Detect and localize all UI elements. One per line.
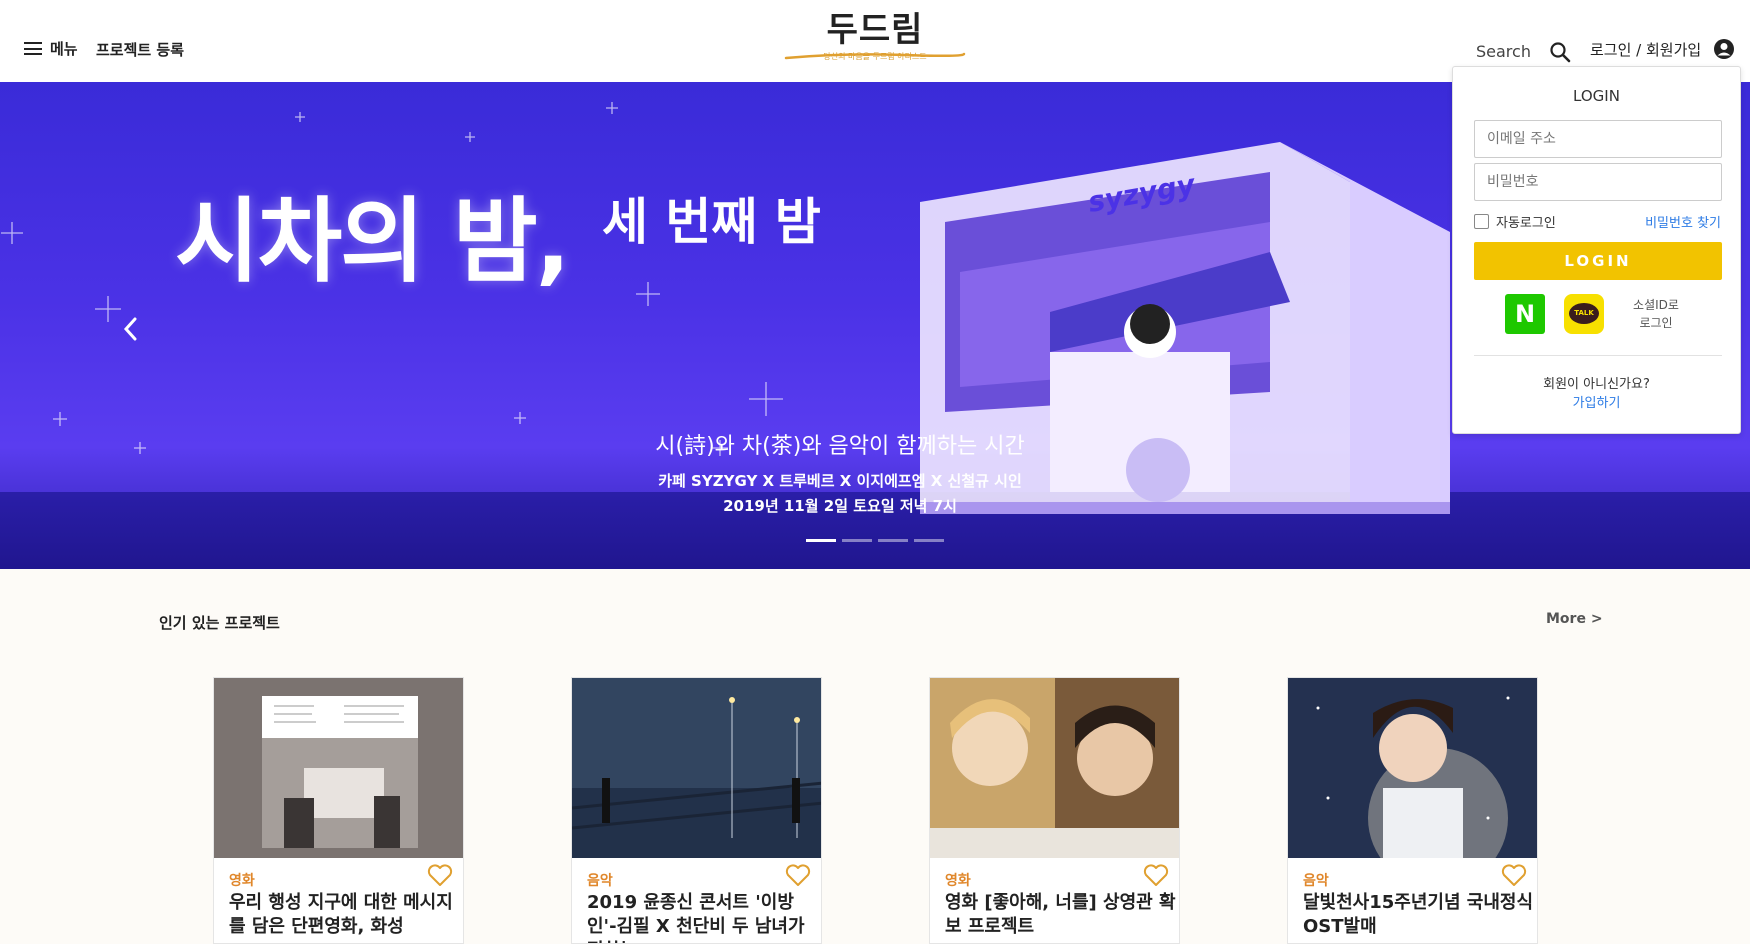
card-title: 2019 윤종신 콘서트 '이방인'-김필 X 천단비 두 남녀가 전하는 … bbox=[587, 892, 805, 943]
auto-login-label: 자동로그인 bbox=[1496, 216, 1556, 231]
menu-label: 메뉴 bbox=[50, 40, 78, 58]
card-title: 달빛천사15주년기념 국내정식 OST발매 bbox=[1303, 892, 1534, 937]
user-account-icon[interactable] bbox=[1713, 38, 1735, 60]
project-register-link[interactable]: 프로젝트 등록 bbox=[96, 39, 184, 60]
email-field[interactable] bbox=[1474, 120, 1722, 158]
social-login-text: 소셜ID로 로그인 bbox=[1631, 296, 1681, 332]
login-signup-link[interactable]: 로그인 / 회원가입 bbox=[1590, 39, 1701, 60]
hamburger-icon bbox=[24, 42, 42, 55]
auto-login-checkbox[interactable]: 자동로그인 bbox=[1474, 212, 1556, 231]
checkbox-icon[interactable] bbox=[1474, 214, 1489, 229]
signup-link[interactable]: 가입하기 bbox=[1453, 392, 1740, 411]
banner-dot[interactable] bbox=[842, 539, 872, 542]
project-card[interactable]: 음악 달빛천사15주년기념 국내정식 OST발매 bbox=[1287, 677, 1538, 944]
banner-pagination bbox=[806, 539, 944, 542]
logo-brush-underline bbox=[784, 52, 966, 60]
caption-line-2: 2019년 11월 2일 토요일 저녁 7시 bbox=[723, 497, 957, 515]
site-logo[interactable]: 두드림 당신의 마음을 두드림 아티스트 bbox=[780, 0, 970, 70]
popular-section-title: 인기 있는 프로젝트 bbox=[159, 614, 280, 632]
logo-title: 두드림 bbox=[826, 10, 924, 50]
find-password-link[interactable]: 비밀번호 찾기 bbox=[1645, 212, 1721, 231]
card-category: 영화 bbox=[945, 873, 971, 889]
kakao-login-button[interactable]: TALK bbox=[1564, 294, 1604, 334]
search-input[interactable]: Search bbox=[1476, 42, 1531, 61]
caption-main: 시(詩)와 차(茶)와 음악이 함께하는 시간 bbox=[655, 434, 1025, 459]
banner-prev-arrow-icon[interactable] bbox=[120, 314, 140, 344]
project-card[interactable]: 영화 영화 [좋아해, 너를] 상영관 확보 프로젝트 bbox=[929, 677, 1180, 944]
login-title: LOGIN bbox=[1573, 87, 1620, 105]
project-thumbnail bbox=[214, 678, 463, 858]
social-text-line-2: 로그인 bbox=[1639, 316, 1673, 330]
naver-login-button[interactable]: N bbox=[1505, 294, 1545, 334]
heart-icon[interactable] bbox=[1501, 864, 1527, 888]
password-field[interactable] bbox=[1474, 163, 1722, 201]
banner-subtitle: 세 번째 밤 bbox=[602, 193, 821, 251]
card-category: 영화 bbox=[229, 873, 255, 889]
project-thumbnail bbox=[572, 678, 821, 858]
heart-icon[interactable] bbox=[1143, 864, 1169, 888]
project-thumbnail bbox=[930, 678, 1179, 858]
heart-icon[interactable] bbox=[785, 864, 811, 888]
search-icon[interactable] bbox=[1549, 41, 1571, 63]
card-category: 음악 bbox=[1303, 873, 1329, 889]
divider bbox=[1474, 355, 1722, 356]
menu-button[interactable]: 메뉴 bbox=[24, 38, 78, 59]
card-title: 우리 행성 지구에 대한 메시지를 담은 단편영화, 화성 bbox=[229, 892, 453, 937]
heart-icon[interactable] bbox=[427, 864, 453, 888]
project-card[interactable]: 영화 우리 행성 지구에 대한 메시지를 담은 단편영화, 화성 bbox=[213, 677, 464, 944]
social-text-line-1: 소셜ID로 bbox=[1633, 298, 1679, 312]
banner-dot[interactable] bbox=[914, 539, 944, 542]
more-link[interactable]: More > bbox=[1546, 611, 1603, 627]
banner-caption: 시(詩)와 차(茶)와 음악이 함께하는 시간 카페 SYZYGY X 트루베르… bbox=[600, 428, 1080, 516]
project-thumbnail bbox=[1288, 678, 1537, 858]
banner-dot[interactable] bbox=[878, 539, 908, 542]
banner-dot[interactable] bbox=[806, 539, 836, 542]
banner-title: 시차의 밤, bbox=[175, 188, 571, 295]
kakao-talk-icon: TALK bbox=[1569, 303, 1599, 324]
card-category: 음악 bbox=[587, 873, 613, 889]
card-title: 영화 [좋아해, 너를] 상영관 확보 프로젝트 bbox=[945, 892, 1176, 937]
project-card[interactable]: 음악 2019 윤종신 콘서트 '이방인'-김필 X 천단비 두 남녀가 전하는… bbox=[571, 677, 822, 944]
caption-line-1: 카페 SYZYGY X 트루베르 X 이지에프엠 X 신철규 시인 bbox=[658, 472, 1022, 490]
login-button[interactable]: LOGIN bbox=[1474, 242, 1722, 280]
not-member-text: 회원이 아니신가요? bbox=[1543, 377, 1650, 392]
login-dropdown: LOGIN 자동로그인 비밀번호 찾기 LOGIN N TALK 소셜ID로 로… bbox=[1452, 66, 1741, 434]
